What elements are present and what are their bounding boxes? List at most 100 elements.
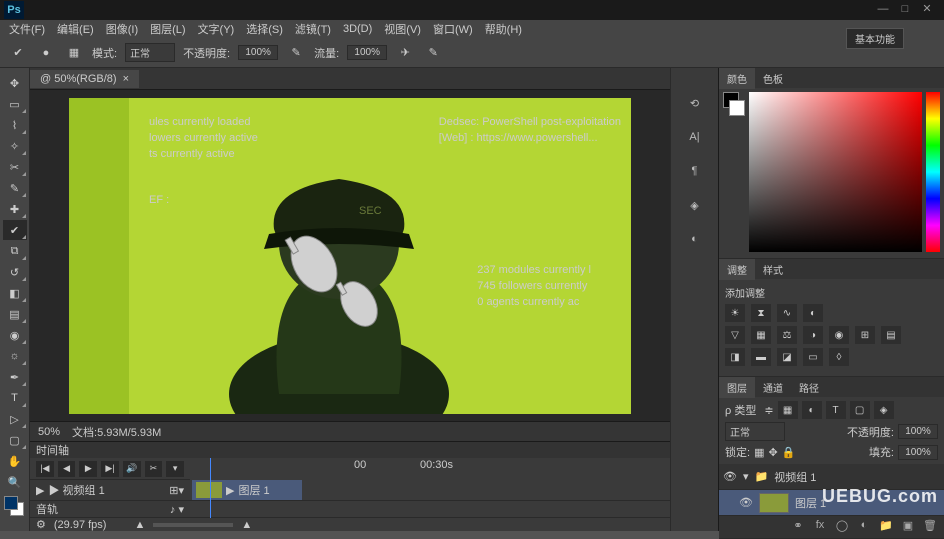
menu-3d[interactable]: 3D(D): [338, 21, 377, 37]
menu-layer[interactable]: 图层(L): [145, 19, 190, 39]
lock-all-icon[interactable]: 🔒: [782, 446, 796, 459]
levels-icon[interactable]: ⧗: [751, 304, 771, 322]
timeline-zoom-slider[interactable]: [153, 523, 233, 527]
color-tab[interactable]: 颜色: [719, 68, 755, 89]
pen-tool[interactable]: ✒: [3, 367, 27, 387]
lock-pixels-icon[interactable]: ▦: [754, 446, 764, 459]
channels-tab[interactable]: 通道: [755, 377, 791, 398]
gradientmap-icon[interactable]: ▭: [803, 348, 823, 366]
close-button[interactable]: ✕: [920, 3, 934, 17]
brush-tool[interactable]: ✔: [3, 220, 27, 240]
invert-icon[interactable]: ◨: [725, 348, 745, 366]
bw-icon[interactable]: ◑: [803, 326, 823, 344]
fill-input[interactable]: 100%: [898, 445, 938, 460]
pressure-opacity-icon[interactable]: ✎: [286, 43, 306, 63]
curves-icon[interactable]: ∿: [777, 304, 797, 322]
zoom-tool[interactable]: 🔍: [3, 472, 27, 492]
selective-icon[interactable]: ◊: [829, 348, 849, 366]
doc-info[interactable]: 文档:5.93M/5.93M: [72, 424, 161, 440]
visibility-icon[interactable]: 👁: [739, 496, 753, 509]
hue-icon[interactable]: ▦: [751, 326, 771, 344]
playhead[interactable]: [210, 458, 211, 518]
filter-smart-icon[interactable]: ◈: [874, 401, 894, 419]
3d-panel-icon[interactable]: ◈: [684, 194, 706, 216]
timeline-options-icon[interactable]: ⚙: [36, 518, 46, 531]
lock-position-icon[interactable]: ✥: [768, 446, 777, 459]
shape-tool[interactable]: ▢: [3, 430, 27, 450]
adjustment-layer-icon[interactable]: ◐: [856, 519, 872, 535]
menu-edit[interactable]: 编辑(E): [52, 19, 99, 39]
layer-thumbnail[interactable]: [759, 493, 789, 513]
timeline-tab[interactable]: 时间轴: [36, 442, 69, 458]
new-layer-icon[interactable]: ▣: [900, 519, 916, 535]
hue-slider[interactable]: [926, 92, 940, 252]
workspace-selector[interactable]: 基本功能: [846, 28, 904, 49]
threshold-icon[interactable]: ◪: [777, 348, 797, 366]
path-select-tool[interactable]: ▷: [3, 409, 27, 429]
document-tab[interactable]: @ 50%(RGB/8) ×: [30, 70, 139, 88]
audio-toggle-button[interactable]: 🔊: [123, 461, 141, 477]
opacity-input[interactable]: 100%: [238, 45, 278, 60]
visibility-icon[interactable]: 👁: [723, 470, 737, 483]
layer-name[interactable]: 视频组 1: [774, 469, 816, 485]
stamp-tool[interactable]: ⧉: [3, 241, 27, 261]
play-button[interactable]: ▶: [79, 461, 97, 477]
picker-background[interactable]: [729, 100, 745, 116]
menu-type[interactable]: 文字(Y): [193, 19, 240, 39]
eyedropper-tool[interactable]: ✎: [3, 178, 27, 198]
styles-tab[interactable]: 样式: [755, 259, 791, 280]
healing-tool[interactable]: ✚: [3, 199, 27, 219]
brush-panel-icon[interactable]: ▦: [64, 43, 84, 63]
audio-icon[interactable]: ♪ ▾: [170, 503, 184, 516]
track-menu-icon[interactable]: ⊞▾: [169, 484, 184, 497]
menu-file[interactable]: 文件(F): [4, 19, 50, 39]
brightness-icon[interactable]: ☀: [725, 304, 745, 322]
airbrush-icon[interactable]: ✈: [395, 43, 415, 63]
swatches-tab[interactable]: 色板: [755, 68, 791, 89]
goto-start-button[interactable]: |◀: [36, 461, 54, 477]
blend-mode-select[interactable]: 正常: [725, 422, 785, 441]
exposure-icon[interactable]: ◐: [803, 304, 823, 322]
wand-tool[interactable]: ✧: [3, 136, 27, 156]
blur-tool[interactable]: ◉: [3, 325, 27, 345]
lasso-tool[interactable]: ⌇: [3, 115, 27, 135]
gradient-tool[interactable]: ▤: [3, 304, 27, 324]
filter-adjust-icon[interactable]: ◐: [802, 401, 822, 419]
channelmixer-icon[interactable]: ⊞: [855, 326, 875, 344]
hand-tool[interactable]: ✋: [3, 451, 27, 471]
vibrance-icon[interactable]: ▽: [725, 326, 745, 344]
colorbalance-icon[interactable]: ⚖: [777, 326, 797, 344]
group-expand-icon[interactable]: ▾: [743, 470, 749, 483]
paths-tab[interactable]: 路径: [791, 377, 827, 398]
colorlookup-icon[interactable]: ▤: [881, 326, 901, 344]
canvas[interactable]: ules currently loaded lowers currently a…: [69, 98, 631, 414]
dodge-tool[interactable]: ☼: [3, 346, 27, 366]
crop-tool[interactable]: ✂: [3, 157, 27, 177]
foreground-color[interactable]: [4, 496, 18, 510]
link-layers-icon[interactable]: ⚭: [790, 519, 806, 535]
zoom-in-icon[interactable]: ▲: [241, 519, 252, 531]
history-panel-icon[interactable]: ⟲: [684, 92, 706, 114]
move-tool[interactable]: ✥: [3, 73, 27, 93]
menu-view[interactable]: 视图(V): [379, 19, 426, 39]
adjustments-tab[interactable]: 调整: [719, 259, 755, 280]
clip-expand-icon[interactable]: ▶: [226, 484, 234, 497]
layer-style-icon[interactable]: fx: [812, 519, 828, 535]
menu-window[interactable]: 窗口(W): [428, 19, 478, 39]
filter-type-icon[interactable]: T: [826, 401, 846, 419]
layers-tab[interactable]: 图层: [719, 377, 755, 398]
posterize-icon[interactable]: ▬: [751, 348, 771, 366]
zoom-out-icon[interactable]: ▲: [134, 519, 145, 531]
tool-preset-icon[interactable]: ✔: [8, 43, 28, 63]
filter-image-icon[interactable]: ▦: [778, 401, 798, 419]
paragraph-panel-icon[interactable]: ¶: [684, 160, 706, 182]
properties-panel-icon[interactable]: ◐: [684, 228, 706, 250]
transition-button[interactable]: ▾: [166, 461, 184, 477]
photofilter-icon[interactable]: ◉: [829, 326, 849, 344]
minimize-button[interactable]: —: [876, 3, 890, 17]
canvas-area[interactable]: ules currently loaded lowers currently a…: [30, 90, 670, 421]
zoom-level[interactable]: 50%: [38, 426, 60, 438]
track-expand-icon[interactable]: ▶: [36, 484, 44, 497]
split-button[interactable]: ✂: [145, 461, 163, 477]
maximize-button[interactable]: □: [898, 3, 912, 17]
